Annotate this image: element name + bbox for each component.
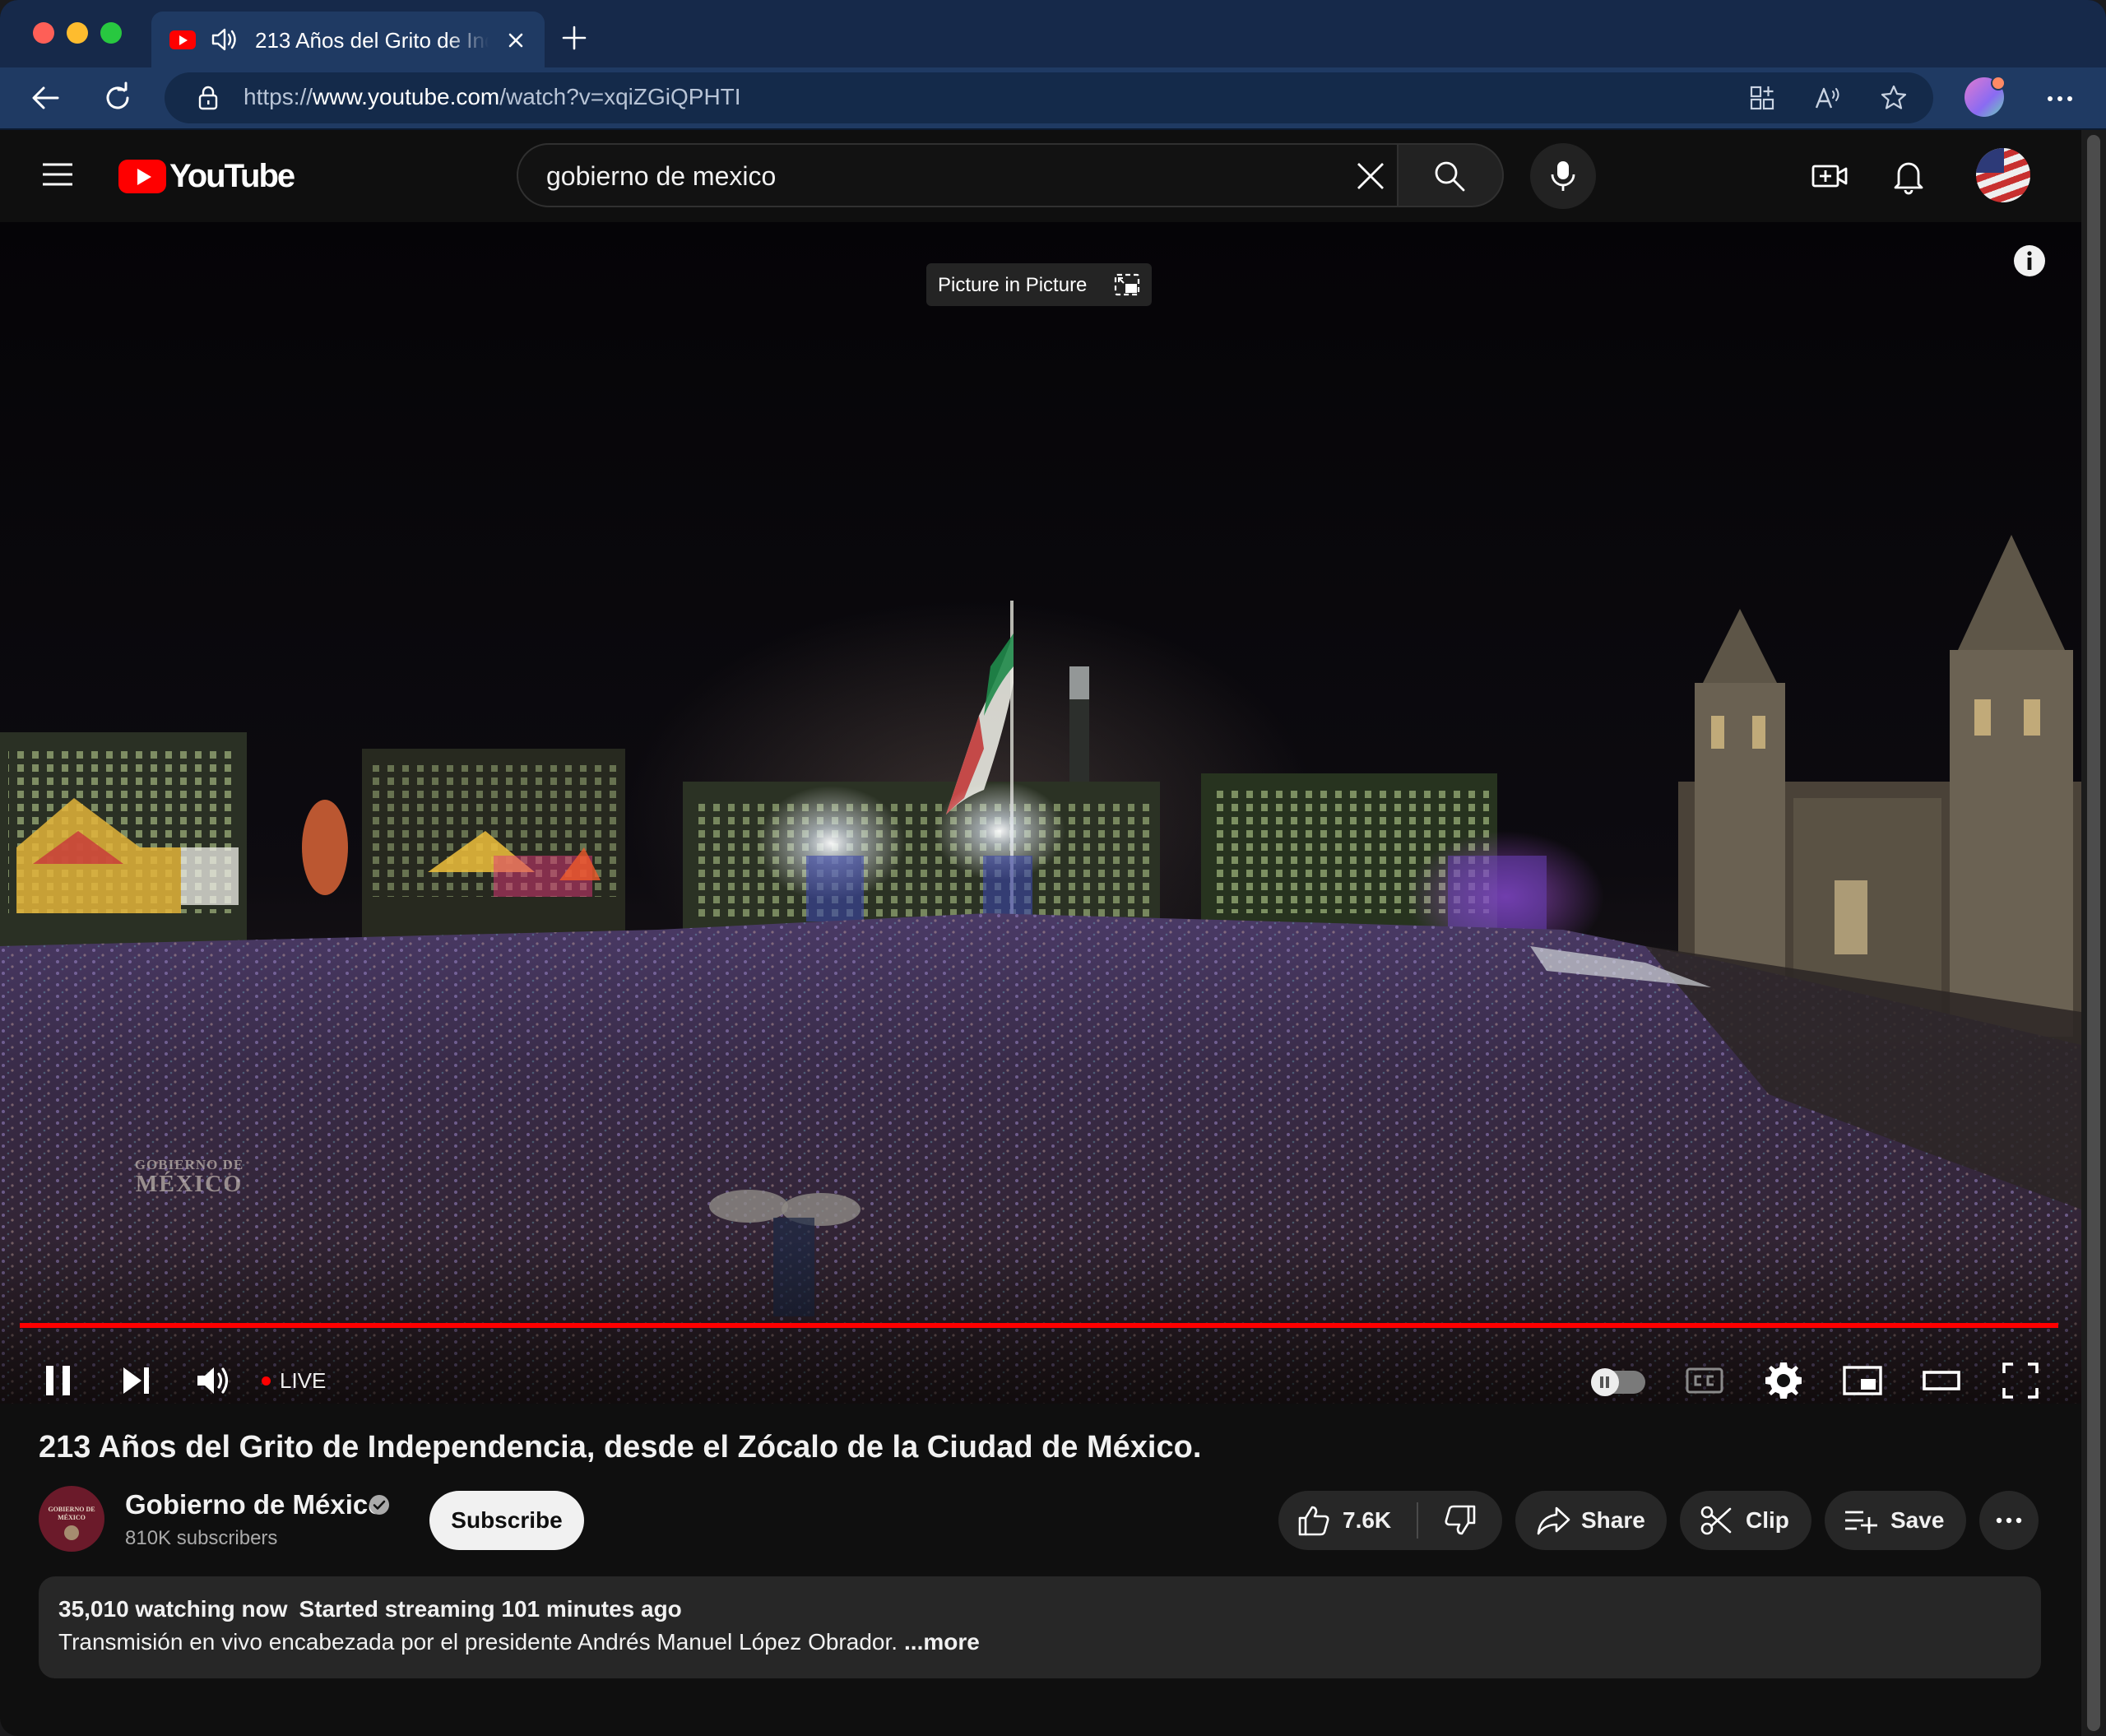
- channel-name[interactable]: Gobierno de México: [125, 1489, 384, 1520]
- voice-search-button[interactable]: [1530, 143, 1596, 209]
- apps-icon[interactable]: [1747, 83, 1777, 113]
- watermark-line1: GOBIERNO DE: [134, 1157, 244, 1172]
- speaker-icon[interactable]: [209, 25, 239, 54]
- avatar[interactable]: [1976, 148, 2030, 202]
- description-text-line: Transmisión en vivo encabezada por el pr…: [58, 1629, 980, 1655]
- video-player[interactable]: Picture in Picture GOBIERNO DE MÉXICO LI…: [0, 222, 2081, 1404]
- thumbs-up-icon: [1298, 1506, 1329, 1536]
- create-video-icon[interactable]: [1810, 156, 1849, 196]
- thumbs-down-icon: [1445, 1505, 1476, 1535]
- bell-icon[interactable]: [1889, 156, 1928, 196]
- pip-tooltip-text: Picture in Picture: [938, 274, 1088, 296]
- search-input[interactable]: [545, 158, 1305, 194]
- url-text[interactable]: https://www.youtube.com/watch?v=xqiZGiQP…: [244, 84, 741, 110]
- favorite-star-icon[interactable]: [1879, 83, 1909, 113]
- live-badge[interactable]: LIVE: [262, 1364, 326, 1397]
- search-icon: [1435, 161, 1465, 192]
- autoplay-knob: [1591, 1368, 1619, 1396]
- close-icon[interactable]: [503, 28, 528, 53]
- browser-toolbar: https://www.youtube.com/watch?v=xqiZGiQP…: [0, 67, 2106, 130]
- reload-icon[interactable]: [100, 81, 135, 115]
- channel-watermark: GOBIERNO DE MÉXICO: [132, 1157, 247, 1198]
- info-icon[interactable]: [2012, 244, 2047, 278]
- more-actions-button[interactable]: [1979, 1491, 2039, 1550]
- url-host: www.youtube.com: [313, 84, 500, 109]
- back-arrow-icon[interactable]: [28, 81, 63, 115]
- microphone-icon: [1551, 161, 1575, 191]
- live-label: LIVE: [280, 1367, 327, 1393]
- youtube-favicon: [169, 30, 196, 49]
- playlist-add-icon: [1845, 1511, 1877, 1534]
- clip-label: Clip: [1746, 1507, 1789, 1533]
- read-aloud-icon[interactable]: [1813, 83, 1843, 113]
- zoom-window-button[interactable]: [100, 22, 122, 44]
- stream-started: Started streaming 101 minutes ago: [299, 1596, 682, 1622]
- channel-avatar[interactable]: GOBIERNO DE MÉXICO: [39, 1486, 104, 1552]
- tab-title: 213 Años del Grito de Independencia, des…: [255, 28, 489, 53]
- description-meta: 35,010 watching now Started streaming 101…: [58, 1596, 682, 1622]
- share-arrow-icon: [1537, 1506, 1570, 1535]
- clear-icon[interactable]: [1354, 160, 1387, 193]
- description-box[interactable]: 35,010 watching now Started streaming 101…: [39, 1576, 2041, 1678]
- watermark-line2: MÉXICO: [135, 1172, 244, 1197]
- watching-count: 35,010 watching now: [58, 1596, 288, 1622]
- save-button[interactable]: Save: [1825, 1491, 1966, 1550]
- subscriber-count: 810K subscribers: [125, 1527, 278, 1549]
- like-dislike-group: 7.6K: [1278, 1491, 1502, 1550]
- search-box: [517, 143, 1399, 207]
- volume-icon[interactable]: [191, 1358, 237, 1404]
- channel-avatar-text: GOBIERNO DE MÉXICO: [48, 1506, 95, 1521]
- profile-icon[interactable]: [1965, 76, 2006, 117]
- miniplayer-icon[interactable]: [1839, 1358, 1886, 1404]
- dislike-button[interactable]: [1418, 1491, 1502, 1550]
- lock-icon[interactable]: [196, 85, 220, 111]
- live-dot: [262, 1376, 271, 1386]
- seal-emblem-icon: [64, 1525, 79, 1540]
- youtube-logo[interactable]: YouTube: [118, 157, 295, 194]
- youtube-play-logo-icon: [118, 159, 166, 193]
- url-path: /watch?v=xqiZGiQPHTI: [499, 84, 741, 109]
- url-scheme: https://: [244, 84, 313, 109]
- minimize-window-button[interactable]: [67, 22, 88, 44]
- like-divider: [1417, 1502, 1418, 1539]
- settings-gear-icon[interactable]: [1760, 1358, 1807, 1404]
- autoplay-toggle[interactable]: [1591, 1368, 1645, 1396]
- theater-mode-icon[interactable]: [1918, 1358, 1965, 1404]
- captions-icon[interactable]: [1682, 1358, 1728, 1404]
- like-button[interactable]: 7.6K: [1278, 1491, 1417, 1550]
- verified-check-icon: [369, 1495, 389, 1515]
- pause-icon[interactable]: [36, 1358, 82, 1404]
- more-link[interactable]: ...more: [904, 1629, 980, 1655]
- plus-icon[interactable]: [559, 23, 589, 53]
- scrollbar-thumb[interactable]: [2087, 135, 2100, 1731]
- video-title: 213 Años del Grito de Independencia, des…: [39, 1430, 1202, 1464]
- subscribe-button[interactable]: Subscribe: [429, 1491, 584, 1550]
- share-button[interactable]: Share: [1515, 1491, 1667, 1550]
- next-icon[interactable]: [114, 1358, 160, 1404]
- search-button[interactable]: [1399, 143, 1504, 207]
- description-text: Transmisión en vivo encabezada por el pr…: [58, 1629, 898, 1655]
- more-dots-icon[interactable]: [2043, 84, 2076, 114]
- video-frame: [0, 222, 2081, 1404]
- scissors-icon: [1700, 1506, 1732, 1535]
- tab-bar: 213 Años del Grito de Independencia, des…: [0, 0, 2106, 67]
- more-horizontal-icon: [1996, 1517, 2022, 1524]
- browser-tab-active[interactable]: 213 Años del Grito de Independencia, des…: [151, 12, 545, 67]
- fullscreen-icon[interactable]: [1997, 1358, 2043, 1404]
- pip-tooltip: Picture in Picture: [926, 263, 1152, 306]
- youtube-header: YouTube: [0, 130, 2081, 222]
- logo-text: YouTube: [169, 157, 295, 194]
- save-label: Save: [1890, 1507, 1945, 1533]
- address-bar[interactable]: https://www.youtube.com/watch?v=xqiZGiQP…: [165, 72, 1933, 123]
- menu-icon[interactable]: [41, 161, 74, 188]
- browser-window: 213 Años del Grito de Independencia, des…: [0, 0, 2106, 1736]
- like-count: 7.6K: [1343, 1507, 1392, 1533]
- close-window-button[interactable]: [33, 22, 54, 44]
- picture-in-picture-icon[interactable]: [1114, 273, 1140, 296]
- progress-bar[interactable]: [20, 1323, 2058, 1328]
- clip-button[interactable]: Clip: [1680, 1491, 1811, 1550]
- share-label: Share: [1581, 1507, 1645, 1533]
